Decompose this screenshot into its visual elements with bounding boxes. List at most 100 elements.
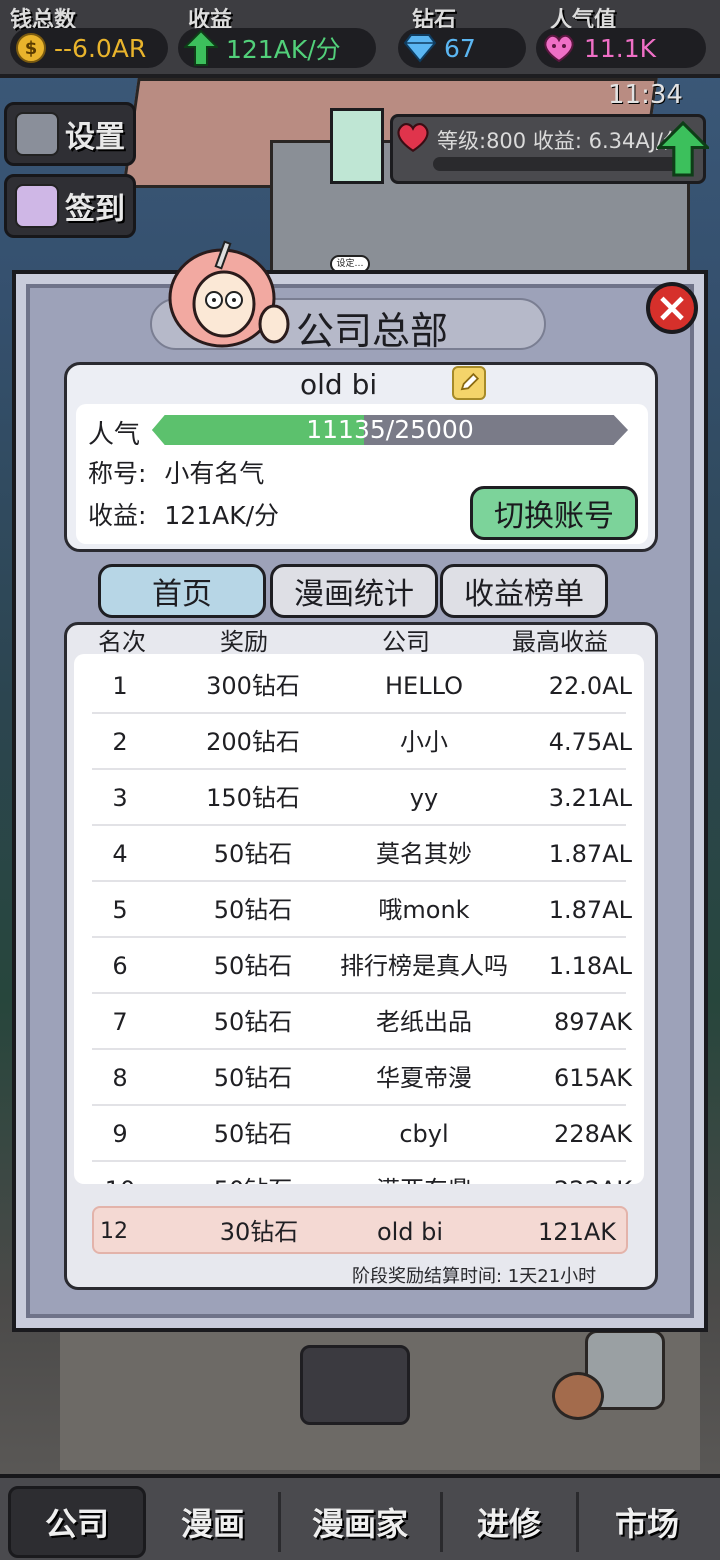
nav-company[interactable]: 公司 [8, 1486, 146, 1558]
nav-comic[interactable]: 漫画 [150, 1486, 276, 1558]
rank-cell: 3 [112, 784, 128, 812]
tab-home[interactable]: 首页 [98, 564, 266, 618]
close-button[interactable]: × [646, 282, 698, 334]
reward-cell: 300钻石 [206, 672, 300, 700]
popularity-stat: 人气值 11.1K [536, 0, 708, 78]
money-pill: $ --6.0AR [10, 28, 168, 68]
company-cell: yy [409, 784, 439, 812]
income-cell: 897AK [554, 1008, 632, 1036]
diamond-value: 67 [444, 33, 476, 63]
mascot-icon [168, 240, 290, 348]
nav-separator [440, 1492, 443, 1552]
reward-cell: 50钻石 [213, 1008, 293, 1036]
diamond-icon [404, 34, 436, 63]
rank-cell: 1 [112, 672, 128, 700]
stove-icon [300, 1345, 410, 1425]
table-row: 6 50钻石 排行榜是真人吗 1.18AL [92, 938, 632, 994]
income-cell: 4.75AL [548, 728, 632, 756]
checkin-button[interactable]: 签到 [4, 174, 136, 238]
company-cell: cbyl [399, 1120, 449, 1148]
rank-cell: 9 [112, 1120, 128, 1148]
rank-cell: 10 [92, 1162, 148, 1184]
my-ranking-row: 12 30钻石 old bi 121AK [92, 1206, 628, 1254]
company-cell: HELLO [385, 672, 463, 700]
title-row: 称号: 小有名气 [88, 454, 264, 490]
my-company: old bi [376, 1218, 444, 1246]
table-row: 10 50钻石满亚东鼎222AK [92, 1162, 632, 1184]
table-row: 9 50钻石 cbyl 228AK [92, 1106, 632, 1162]
popularity-pill: 11.1K [536, 28, 706, 68]
clock-text: 11:34 [608, 80, 683, 110]
income-cell: 1.18AL [548, 952, 632, 980]
switch-account-button[interactable]: 切换账号 [470, 486, 638, 540]
settlement-time: 阶段奖励结算时间: 1天21小时 [352, 1266, 597, 1287]
nav-training[interactable]: 进修 [444, 1486, 574, 1558]
table-row: 3 150钻石 yy 3.21AL [92, 770, 632, 826]
heart-icon [397, 123, 429, 153]
popularity-progress-text: 11135/25000 [306, 415, 474, 444]
nav-separator [576, 1492, 579, 1552]
arrow-up-icon [184, 30, 218, 66]
top-status-bar: 钱总数 $ --6.0AR 收益 121AK/分 钻石 67 人气值 11.1K [0, 0, 720, 78]
avatar[interactable] [330, 108, 384, 184]
company-cell: 老纸出品 [376, 1008, 472, 1036]
company-cell: 满亚东鼎 [318, 1162, 530, 1184]
table-row: 4 50钻石 莫名其妙 1.87AL [92, 826, 632, 882]
money-value: --6.0AR [54, 33, 147, 63]
rank-cell: 8 [112, 1064, 128, 1092]
reward-cell: 150钻石 [206, 784, 300, 812]
popularity-value: 11.1K [584, 33, 657, 63]
rank-cell: 6 [112, 952, 128, 980]
company-cell: 排行榜是真人吗 [340, 952, 508, 980]
income-cell: 1.87AL [548, 840, 632, 868]
settings-label: 设置 [65, 120, 125, 155]
rank-title-value: 小有名气 [164, 459, 265, 488]
company-name: old bi [300, 368, 378, 401]
my-income: 121AK [538, 1218, 616, 1246]
reward-cell: 50钻石 [188, 1162, 318, 1184]
level-text: 等级:800 收益: 6.34AJ/分 [437, 129, 684, 153]
income-value: 121AK/分 [226, 35, 341, 64]
level-up-arrow-icon[interactable] [657, 121, 709, 177]
close-icon: × [655, 285, 689, 331]
income-pill: 121AK/分 [178, 28, 376, 68]
reward-cell: 50钻石 [213, 896, 293, 924]
popularity-progress-bar: 11135/25000 [152, 415, 628, 445]
nav-market[interactable]: 市场 [580, 1486, 714, 1558]
reward-cell: 50钻石 [213, 1120, 293, 1148]
tab-income-ranking[interactable]: 收益榜单 [440, 564, 608, 618]
money-stat: 钱总数 $ --6.0AR [10, 0, 170, 78]
header-company: 公司 [382, 628, 430, 656]
table-row: 8 50钻石 华夏帝漫 615AK [92, 1050, 632, 1106]
income-cell: 228AK [554, 1120, 632, 1148]
reward-cell: 50钻石 [213, 1064, 293, 1092]
income-cell: 3.21AL [548, 784, 632, 812]
settings-button[interactable]: 设置 [4, 102, 136, 166]
rank-cell: 7 [112, 1008, 128, 1036]
company-cell: 华夏帝漫 [376, 1064, 472, 1092]
nav-separator [278, 1492, 281, 1552]
edit-name-icon[interactable] [452, 366, 486, 400]
header-income: 最高收益 [512, 628, 608, 656]
yarn-ball-icon [552, 1372, 604, 1420]
my-rank: 12 [100, 1219, 128, 1244]
nav-comic-artist[interactable]: 漫画家 [282, 1486, 438, 1558]
rank-cell: 5 [112, 896, 128, 924]
table-row: 2 200钻石 小小 4.75AL [92, 714, 632, 770]
ranking-list[interactable]: 1 300钻石 HELLO 22.0AL 2 200钻石 小小 4.75AL 3 150钻石 yy 3… [74, 654, 644, 1184]
income-row: 收益: 121AK/分 [88, 496, 279, 532]
table-row: 1 300钻石 HELLO 22.0AL [92, 658, 632, 714]
level-progress-track [433, 157, 683, 171]
company-cell: 小小 [400, 728, 448, 756]
company-cell: 哦monk [378, 896, 470, 924]
income-cell: 615AK [554, 1064, 632, 1092]
rank-cell: 4 [112, 840, 128, 868]
coin-icon: $ [16, 33, 46, 63]
header-rank: 名次 [98, 628, 146, 656]
company-cell: 莫名其妙 [376, 840, 472, 868]
level-bar[interactable]: 等级:800 收益: 6.34AJ/分 [390, 114, 709, 184]
gear-icon [15, 112, 59, 156]
tab-comic-stats[interactable]: 漫画统计 [270, 564, 438, 618]
table-row: 5 50钻石 哦monk 1.87AL [92, 882, 632, 938]
income-cell: 22.0AL [548, 672, 632, 700]
